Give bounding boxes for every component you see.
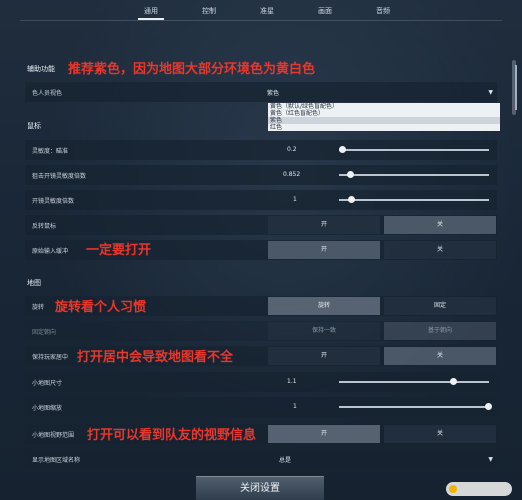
slider-handle[interactable] xyxy=(484,403,492,410)
tab-controls[interactable]: 控制 xyxy=(202,6,216,16)
annotation-rotate: 旋转看个人习惯 xyxy=(55,300,147,315)
slider-handle[interactable] xyxy=(339,146,346,153)
top-tab-bar: 通用 控制 准星 画面 音频 xyxy=(0,0,522,22)
scrollbar-thumb[interactable] xyxy=(515,65,517,110)
toggle-off-option[interactable]: 固定 xyxy=(384,297,496,315)
dropdown-option[interactable]: 紫色 xyxy=(268,117,500,124)
slider-value: 1.1 xyxy=(287,378,297,385)
setting-label: 狙击开镜灵敏度倍数 xyxy=(32,173,87,180)
setting-label: 保持玩家居中 xyxy=(32,354,69,361)
watermark-logo xyxy=(446,482,512,496)
annotation-keep-center: 打开居中会导致地图看不全 xyxy=(77,350,234,365)
setting-label: 显示地图区域名称 xyxy=(32,457,81,464)
toggle-on-option[interactable]: 开 xyxy=(268,425,380,443)
setting-label: 固定朝向 xyxy=(32,329,57,336)
active-tab-indicator xyxy=(138,18,164,20)
section-title-aux: 辅助功能 xyxy=(27,65,55,73)
slider-value: 1 xyxy=(293,196,297,203)
slider-value: 0.852 xyxy=(283,171,301,178)
toggle-on-option[interactable]: 开 xyxy=(268,216,380,234)
setting-label: 小地图视野范围 xyxy=(32,432,75,439)
setting-row-colorblind[interactable]: 色人员视色 紫色 ▼ xyxy=(25,82,497,102)
slider-handle[interactable] xyxy=(348,196,355,203)
annotation-raw-input: 一定要打开 xyxy=(86,243,152,258)
colorblind-dropdown-list[interactable]: 黄色（默认/绿色盲配色） 黄色（红色盲配色） 紫色 红色 xyxy=(268,103,500,131)
setting-row-minimap-zoom[interactable]: 小地图缩放 1 xyxy=(25,397,497,417)
setting-row-sensitivity[interactable]: 灵敏度：瞄准 0.2 xyxy=(25,140,497,160)
slider-track[interactable] xyxy=(339,149,489,151)
toggle-on-option[interactable]: 开 xyxy=(268,347,380,365)
dropdown-value[interactable]: 总是 xyxy=(279,455,291,464)
setting-row-scoped-sensitivity[interactable]: 狙击开镜灵敏度倍数 0.852 xyxy=(25,165,497,185)
tab-audio[interactable]: 音频 xyxy=(376,6,390,16)
setting-label: 反转鼠标 xyxy=(32,223,57,230)
slider-track[interactable] xyxy=(339,199,489,201)
annotation-colorblind: 推荐紫色，因为地图大部分环境色为黄白色 xyxy=(68,62,316,77)
toggle-on-option[interactable]: 旋转 xyxy=(268,297,380,315)
dropdown-option[interactable]: 黄色（红色盲配色） xyxy=(268,110,500,117)
slider-handle[interactable] xyxy=(450,378,457,385)
slider-track[interactable] xyxy=(339,381,489,383)
toggle-on-option: 保持一致 xyxy=(268,322,380,340)
setting-row-region-names[interactable]: 显示地图区域名称 总是 ▼ xyxy=(25,449,497,469)
setting-label: 灵敏度：瞄准 xyxy=(32,148,69,155)
slider-value: 0.2 xyxy=(287,146,297,153)
dropdown-option[interactable]: 红色 xyxy=(268,124,500,131)
setting-label: 旋转 xyxy=(32,304,45,311)
setting-row-ads-sensitivity[interactable]: 开镜灵敏度倍数 1 xyxy=(25,190,497,210)
tab-divider xyxy=(20,20,502,21)
setting-label: 原始输入缓冲 xyxy=(32,248,69,255)
slider-handle[interactable] xyxy=(346,171,354,178)
setting-label: 小地图尺寸 xyxy=(32,380,63,387)
close-settings-button[interactable]: 关闭设置 xyxy=(196,476,324,500)
annotation-minimap-vision: 打开可以看到队友的视野信息 xyxy=(87,428,257,443)
setting-label: 色人员视色 xyxy=(32,90,63,97)
toggle-off-option[interactable]: 关 xyxy=(384,425,496,443)
chevron-down-icon[interactable]: ▼ xyxy=(488,456,493,463)
slider-value: 1 xyxy=(293,403,297,410)
tab-crosshair[interactable]: 准星 xyxy=(260,6,274,16)
section-title-mouse: 鼠标 xyxy=(27,122,41,130)
dropdown-value[interactable]: 紫色 xyxy=(267,88,279,97)
chevron-down-icon[interactable]: ▼ xyxy=(488,89,493,96)
slider-track[interactable] xyxy=(339,406,489,408)
slider-track[interactable] xyxy=(339,174,489,176)
setting-row-invert-mouse[interactable]: 反转鼠标 开 关 xyxy=(25,215,497,235)
toggle-off-option[interactable]: 关 xyxy=(384,241,496,259)
tab-video[interactable]: 画面 xyxy=(318,6,332,16)
toggle-off-option[interactable]: 关 xyxy=(384,347,496,365)
toggle-off-option[interactable]: 关 xyxy=(384,216,496,234)
setting-label: 小地图缩放 xyxy=(32,405,63,412)
setting-row-minimap-size[interactable]: 小地图尺寸 1.1 xyxy=(25,372,497,392)
setting-row-fixed-direction: 固定朝向 保持一致 基于朝向 xyxy=(25,321,497,341)
toggle-on-option[interactable]: 开 xyxy=(268,241,380,259)
setting-label: 开镜灵敏度倍数 xyxy=(32,198,75,205)
watermark-dot-icon xyxy=(449,485,457,493)
tab-general[interactable]: 通用 xyxy=(144,6,158,16)
dropdown-option[interactable]: 黄色（默认/绿色盲配色） xyxy=(268,103,500,110)
section-title-map: 地图 xyxy=(27,279,41,287)
toggle-off-option: 基于朝向 xyxy=(384,322,496,340)
